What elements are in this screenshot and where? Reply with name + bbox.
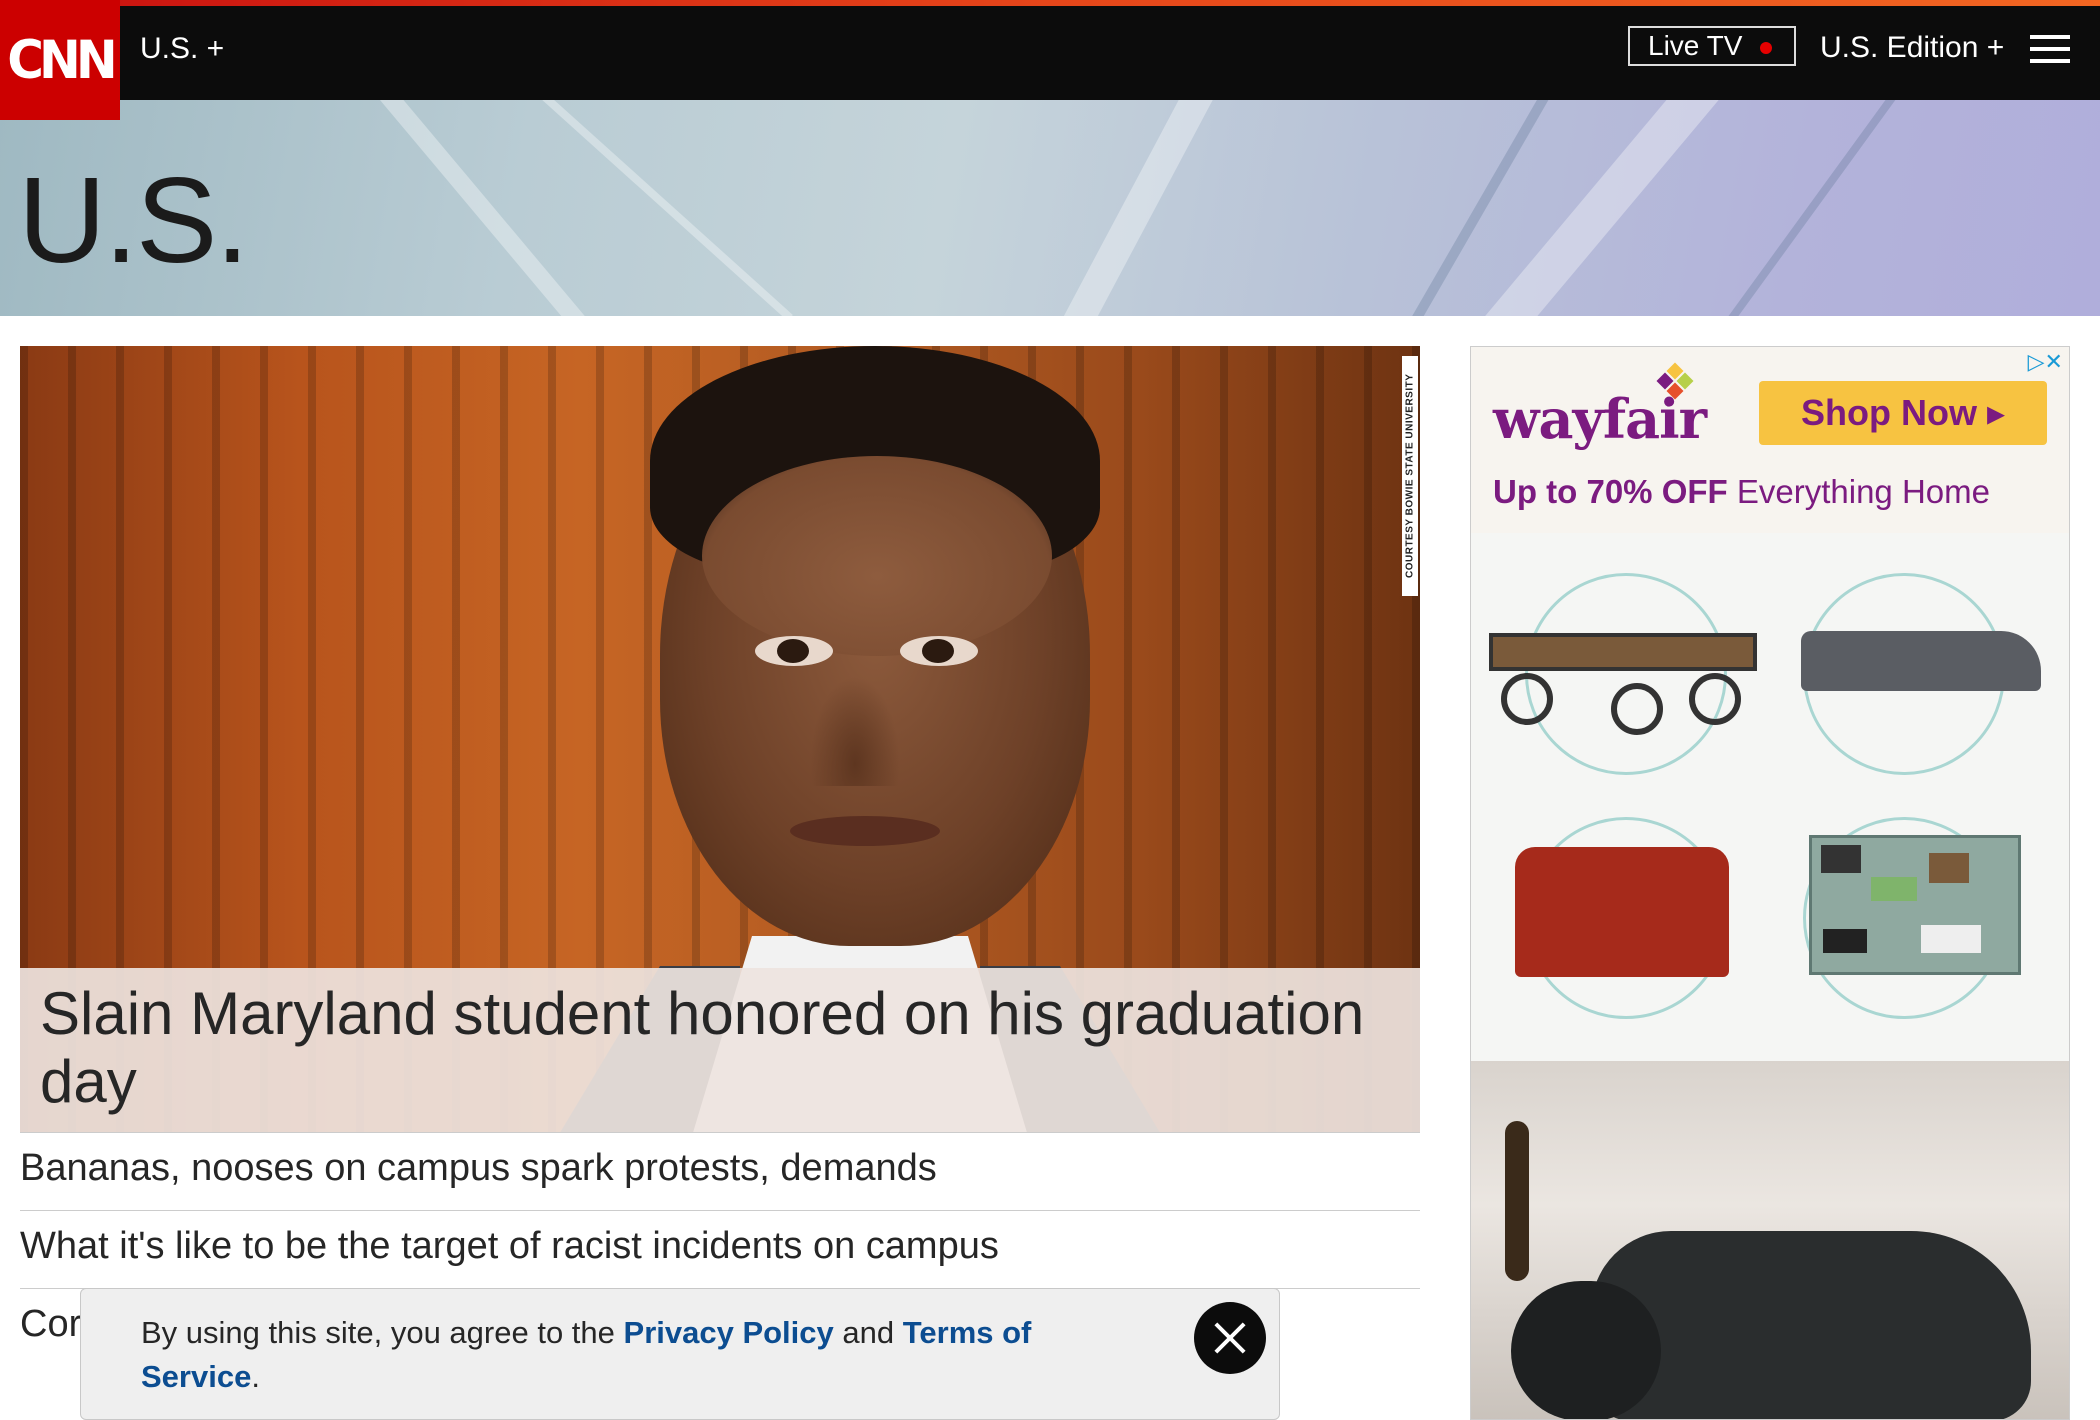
live-tv-button[interactable]: Live TV [1628, 26, 1796, 66]
top-accent-stripe [0, 0, 2100, 6]
page-title: U.S. [18, 152, 249, 288]
leather-sofa-image [1471, 1061, 2069, 1419]
hero-headline[interactable]: Slain Maryland student honored on his gr… [40, 980, 1400, 1116]
coffee-table-image [1489, 633, 1757, 671]
live-indicator-icon [1760, 42, 1772, 54]
ad-product-grid [1471, 533, 2069, 1061]
top-nav-bar: U.S. + Live TV U.S. Edition + [0, 0, 2100, 100]
ad-header: ▷✕ wayfair Shop Now ▸ Up to 70% OFF Ever… [1471, 347, 2069, 533]
headline-link[interactable]: What it's like to be the target of racis… [20, 1210, 1420, 1287]
logo-text: CNN [7, 29, 117, 91]
armchair-image [1515, 847, 1729, 977]
ad-choices-icon[interactable]: ▷✕ [2028, 349, 2063, 375]
cookie-consent-banner: By using this site, you agree to the Pri… [80, 1288, 1280, 1420]
advertisement[interactable]: ▷✕ wayfair Shop Now ▸ Up to 70% OFF Ever… [1470, 346, 2070, 1420]
live-tv-label: Live TV [1648, 30, 1743, 61]
portrait [620, 346, 1100, 966]
hero-caption: Slain Maryland student honored on his gr… [20, 968, 1420, 1132]
close-icon[interactable] [1194, 1302, 1266, 1374]
ad-offer: Up to 70% OFF Everything Home [1493, 473, 1990, 510]
hero-story[interactable]: COURTESY BOWIE STATE UNIVERSITY Slain Ma… [20, 346, 1420, 1132]
privacy-policy-link[interactable]: Privacy Policy [624, 1315, 834, 1350]
photo-credit: COURTESY BOWIE STATE UNIVERSITY [1402, 356, 1418, 596]
headline-link[interactable]: Bananas, nooses on campus spark protests… [20, 1132, 1420, 1209]
hamburger-menu-icon[interactable] [2030, 35, 2070, 63]
ad-brand: wayfair [1493, 387, 1707, 451]
section-menu-link[interactable]: U.S. + [140, 32, 224, 66]
chaise-image [1801, 631, 2041, 691]
cookie-consent-text: By using this site, you agree to the Pri… [141, 1315, 1032, 1394]
section-banner: U.S. [0, 100, 2100, 316]
cnn-logo[interactable]: CNN [0, 0, 120, 120]
shop-now-button[interactable]: Shop Now ▸ [1759, 381, 2047, 445]
edition-selector[interactable]: U.S. Edition + [1820, 31, 2004, 65]
